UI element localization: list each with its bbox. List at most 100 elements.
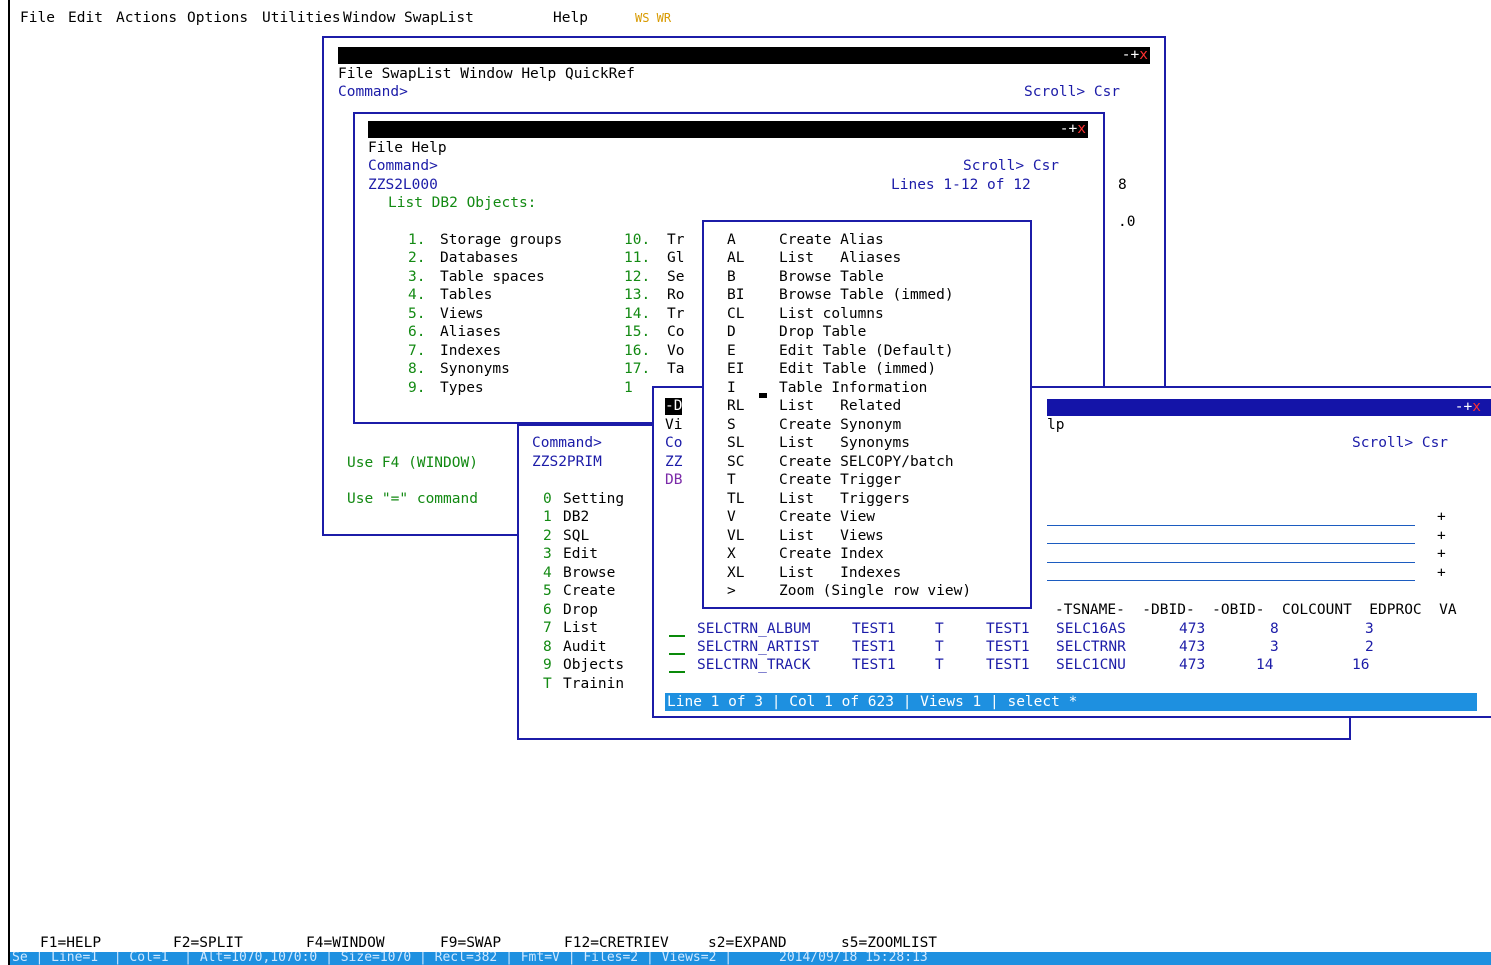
popup-option[interactable]: List Triggers (779, 490, 910, 508)
menu-edit[interactable]: Edit (68, 9, 103, 27)
prim2-item-label[interactable]: Edit (563, 545, 598, 563)
menu-options[interactable]: Options (187, 9, 248, 27)
list-item-label[interactable]: Storage groups (440, 231, 562, 249)
filter-line[interactable] (1047, 562, 1415, 563)
prim2-item-label[interactable]: Drop (563, 601, 598, 619)
fkey-expand[interactable]: s2=EXPAND (708, 934, 787, 952)
expand-plus[interactable]: + (1437, 545, 1446, 563)
popup-code: B (727, 269, 736, 285)
popup-option[interactable]: Zoom (Single row view) (779, 582, 971, 600)
popup-code: A (727, 232, 736, 248)
menu-help[interactable]: Help (553, 9, 588, 27)
list-item-label[interactable]: Databases (440, 249, 519, 267)
prim2-item-label[interactable]: DB2 (563, 508, 589, 526)
tables-title-bar[interactable]: -+x (1047, 399, 1491, 416)
row-select-field[interactable] (669, 653, 685, 655)
prim2-command-label[interactable]: Command> (532, 434, 602, 452)
list-item-num: 16. (624, 343, 651, 359)
popup-option[interactable]: Browse Table (779, 268, 884, 286)
prim2-item-label[interactable]: Trainin (563, 675, 624, 693)
expand-plus[interactable]: + (1437, 564, 1446, 582)
list-panel-id: ZZS2L000 (368, 177, 438, 193)
fkey-swap[interactable]: F9=SWAP (440, 934, 501, 952)
list-menu-title-bar[interactable]: DB2(CBLA): List Object Option Menu -+x (368, 121, 1088, 154)
cell-obid: 14 (1256, 657, 1274, 673)
prim2-item-label[interactable]: Audit (563, 638, 607, 656)
tables-help-fragment[interactable]: lp (1047, 416, 1064, 434)
popup-option[interactable]: Create Synonym (779, 416, 901, 434)
fkey-zoomlist[interactable]: s5=ZOOMLIST (841, 934, 937, 952)
list-item-label[interactable]: Ro (667, 286, 684, 304)
cell-type: T (935, 657, 944, 673)
prim2-item-label[interactable]: Setting (563, 490, 624, 508)
filter-line[interactable] (1047, 543, 1415, 544)
list-item-label[interactable]: Synonyms (440, 360, 510, 378)
filter-line[interactable] (1047, 580, 1415, 581)
list-item-label[interactable]: Tr (667, 305, 684, 323)
list-item-label[interactable]: Co (667, 323, 684, 341)
menu-actions[interactable]: Actions (116, 9, 177, 27)
cell-dbid: 473 (1179, 621, 1206, 637)
close-icon[interactable]: x (1139, 47, 1148, 63)
prim2-item-label[interactable]: Objects (563, 656, 624, 674)
expand-plus[interactable]: + (1437, 508, 1446, 526)
popup-option[interactable]: Browse Table (immed) (779, 286, 954, 304)
popup-code: EI (727, 361, 745, 377)
popup-option[interactable]: Create SELCOPY/batch (779, 453, 954, 471)
list-item-label[interactable]: Tables (440, 286, 492, 304)
popup-option[interactable]: Table Information (779, 379, 927, 397)
row-select-field[interactable] (669, 671, 685, 673)
list-item-label[interactable]: Gl (667, 249, 684, 267)
primary-menu-bar[interactable]: File SwapList Window Help QuickRef (338, 65, 635, 83)
prim2-item-label[interactable]: Browse (563, 564, 615, 582)
popup-option[interactable]: List Indexes (779, 564, 901, 582)
menu-swaplist[interactable]: SwapList (404, 9, 474, 27)
menu-file[interactable]: File (20, 9, 55, 27)
fkey-split[interactable]: F2=SPLIT (173, 934, 243, 952)
popup-option[interactable]: List Views (779, 527, 884, 545)
popup-option[interactable]: Drop Table (779, 323, 866, 341)
resize-icon[interactable]: -+ (1455, 399, 1472, 415)
primary-title-bar[interactable]: Primary Option Menu -+x (338, 47, 1150, 80)
list-command-label[interactable]: Command> (368, 157, 438, 175)
menu-window[interactable]: Window (343, 9, 395, 27)
close-icon[interactable]: x (1472, 399, 1481, 415)
popup-option[interactable]: Edit Table (immed) (779, 360, 936, 378)
fkey-help[interactable]: F1=HELP (40, 934, 101, 952)
list-item-label[interactable]: Tr (667, 231, 684, 249)
popup-code: XL (727, 565, 745, 581)
cell-db: TEST1 (986, 657, 1030, 673)
primary-command-label[interactable]: Command> (338, 83, 408, 101)
menu-utilities[interactable]: Utilities (262, 9, 341, 27)
list-item-label[interactable]: Indexes (440, 342, 501, 360)
expand-plus[interactable]: + (1437, 527, 1446, 545)
popup-option[interactable]: List columns (779, 305, 884, 323)
prim2-item-label[interactable]: SQL (563, 527, 589, 545)
resize-icon[interactable]: -+ (1122, 47, 1139, 63)
popup-option[interactable]: Create Alias (779, 231, 884, 249)
popup-option[interactable]: Create View (779, 508, 875, 526)
list-item-label[interactable]: Aliases (440, 323, 501, 341)
popup-option[interactable]: Create Index (779, 545, 884, 563)
popup-option[interactable]: Create Trigger (779, 471, 901, 489)
popup-option[interactable]: List Aliases (779, 249, 901, 267)
resize-icon[interactable]: -+ (1060, 121, 1077, 137)
screen-left-border (8, 0, 10, 965)
list-menu-bar[interactable]: File Help (368, 139, 447, 157)
filter-line[interactable] (1047, 525, 1415, 526)
fkey-window[interactable]: F4=WINDOW (306, 934, 385, 952)
popup-option[interactable]: Edit Table (Default) (779, 342, 954, 360)
close-icon[interactable]: x (1077, 121, 1086, 137)
prim2-item-label[interactable]: List (563, 619, 598, 637)
list-item-label[interactable]: Views (440, 305, 484, 323)
prim2-item-label[interactable]: Create (563, 582, 615, 600)
fkey-cretriev[interactable]: F12=CRETRIEV (564, 934, 669, 952)
list-item-label[interactable]: Table spaces (440, 268, 545, 286)
popup-option[interactable]: List Related (779, 397, 901, 415)
list-item-label[interactable]: Ta (667, 360, 684, 378)
list-item-label[interactable]: Types (440, 379, 484, 397)
row-select-field[interactable] (669, 635, 685, 637)
list-item-label[interactable]: Vo (667, 342, 684, 360)
popup-option[interactable]: List Synonyms (779, 434, 910, 452)
list-item-label[interactable]: Se (667, 268, 684, 286)
